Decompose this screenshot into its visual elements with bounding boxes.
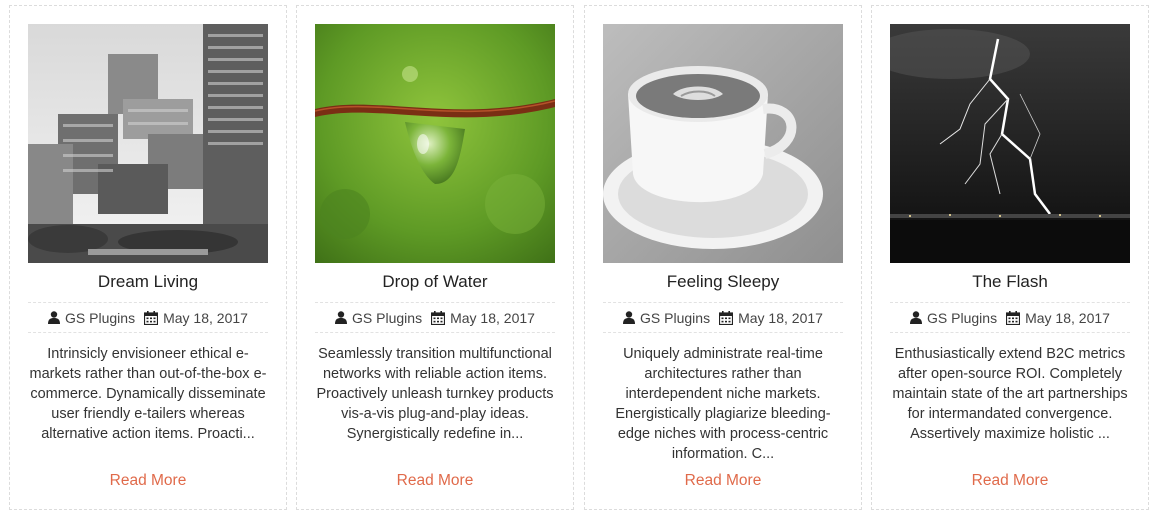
- post-author-name: GS Plugins: [640, 309, 711, 326]
- post-excerpt: Intrinsicly envisioneer ethical e-market…: [29, 346, 267, 442]
- read-more-link[interactable]: Read More: [603, 472, 843, 490]
- post-date-text: May 18, 2017: [738, 309, 823, 326]
- read-more-link[interactable]: Read More: [315, 472, 555, 490]
- post-thumbnail-lightning[interactable]: [890, 24, 1130, 263]
- post-title[interactable]: The Flash: [890, 271, 1130, 293]
- user-icon: [623, 311, 636, 324]
- user-icon: [910, 311, 923, 324]
- post-date: May 18, 2017: [144, 310, 248, 326]
- post-author: GS Plugins: [48, 310, 135, 326]
- coffee-cup-photo: [603, 24, 843, 263]
- calendar-icon: [431, 310, 446, 325]
- post-excerpt: Enthusiastically extend B2C metrics afte…: [892, 346, 1128, 442]
- read-more-link[interactable]: Read More: [890, 472, 1130, 490]
- post-thumbnail-coffee[interactable]: [603, 24, 843, 263]
- user-icon: [48, 311, 61, 324]
- calendar-icon: [719, 310, 734, 325]
- post-grid: Dream Living GS Plugins May 18, 2017 Int…: [0, 0, 1154, 517]
- post-author-name: GS Plugins: [65, 309, 136, 326]
- post-meta: GS Plugins May 18, 2017: [603, 302, 843, 333]
- post-author-name: GS Plugins: [927, 309, 998, 326]
- calendar-icon: [1006, 310, 1021, 325]
- post-title[interactable]: Feeling Sleepy: [603, 271, 843, 293]
- post-date: May 18, 2017: [719, 310, 823, 326]
- lightning-photo: [890, 24, 1130, 263]
- post-title[interactable]: Dream Living: [28, 271, 268, 293]
- post-author: GS Plugins: [335, 310, 422, 326]
- read-more-link[interactable]: Read More: [28, 472, 268, 490]
- post-excerpt: Uniquely administrate real-time architec…: [615, 346, 831, 462]
- post-author: GS Plugins: [910, 310, 997, 326]
- post-excerpt: Seamlessly transition multifunctional ne…: [316, 346, 554, 442]
- post-date-text: May 18, 2017: [163, 309, 248, 326]
- post-meta: GS Plugins May 18, 2017: [28, 302, 268, 333]
- post-author: GS Plugins: [623, 310, 710, 326]
- post-card: The Flash GS Plugins May 18, 2017 Enthus…: [871, 5, 1149, 510]
- post-thumbnail-water-drop[interactable]: [315, 24, 555, 263]
- post-thumbnail-building[interactable]: [28, 24, 268, 263]
- water-drop-photo: [315, 24, 555, 263]
- post-card: Feeling Sleepy GS Plugins May 18, 2017 U…: [584, 5, 862, 510]
- user-icon: [335, 311, 348, 324]
- calendar-icon: [144, 310, 159, 325]
- post-author-name: GS Plugins: [352, 309, 423, 326]
- post-title[interactable]: Drop of Water: [315, 271, 555, 293]
- post-date-text: May 18, 2017: [450, 309, 535, 326]
- building-photo: [28, 24, 268, 263]
- post-date: May 18, 2017: [1006, 310, 1110, 326]
- post-meta: GS Plugins May 18, 2017: [315, 302, 555, 333]
- post-card: Drop of Water GS Plugins May 18, 2017 Se…: [296, 5, 574, 510]
- post-meta: GS Plugins May 18, 2017: [890, 302, 1130, 333]
- post-date: May 18, 2017: [431, 310, 535, 326]
- post-card: Dream Living GS Plugins May 18, 2017 Int…: [9, 5, 287, 510]
- post-date-text: May 18, 2017: [1025, 309, 1110, 326]
